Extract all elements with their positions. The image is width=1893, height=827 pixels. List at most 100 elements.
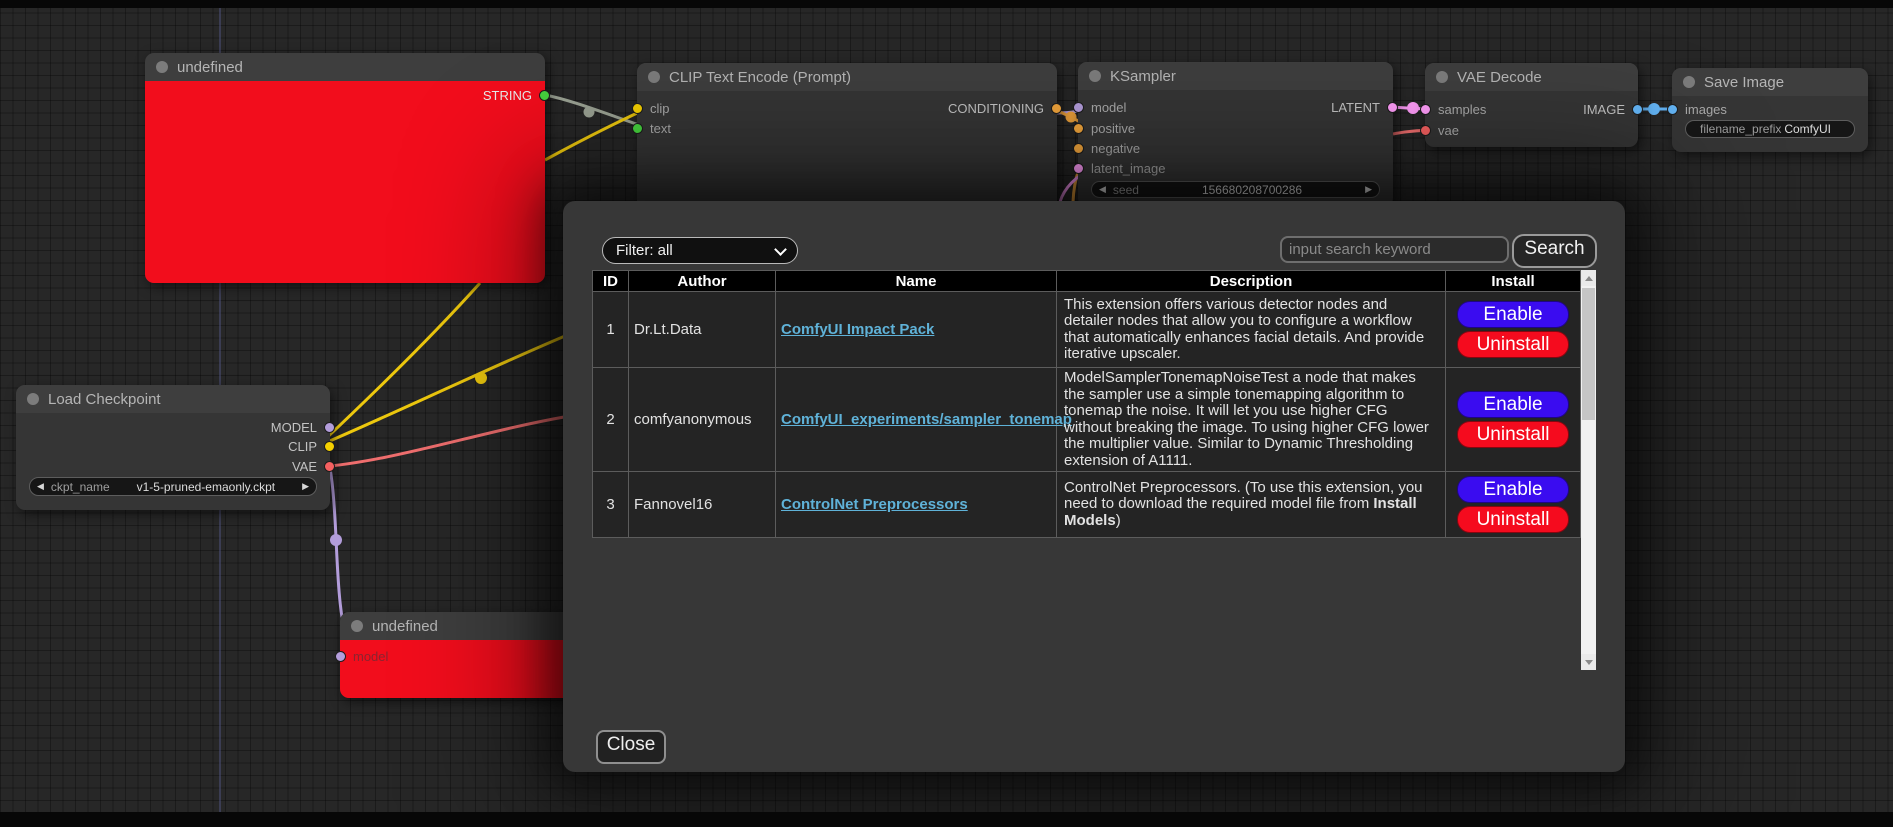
table-scrollbar[interactable] [1581,270,1596,670]
node-load-checkpoint[interactable]: Load Checkpoint MODEL CLIP VAE ◀ ckpt_na… [16,385,330,510]
filter-select[interactable]: Filter: all [602,237,798,264]
ext-actions: Enable Uninstall [1446,292,1581,368]
node-undefined-bottom[interactable]: undefined model [340,612,600,698]
node-title-bar[interactable]: CLIP Text Encode (Prompt) [637,63,1057,91]
node-title: Load Checkpoint [48,391,161,408]
model-output-dot[interactable] [324,422,335,433]
ext-id: 2 [593,368,629,472]
widget-left-arrow-icon[interactable]: ◀ [37,481,44,492]
input-label: clip [650,101,670,116]
col-author: Author [629,271,776,292]
collapse-dot-icon[interactable] [27,393,39,405]
input-slot-negative: negative [1073,141,1140,155]
scrollbar-thumb[interactable] [1582,288,1595,420]
scroll-down-arrow-icon[interactable] [1581,654,1596,670]
search-button[interactable]: Search [1512,234,1597,268]
widget-label: ckpt_name [51,480,110,494]
latent-output-dot[interactable] [1387,102,1398,113]
ext-name-link[interactable]: ControlNet Preprocessors [781,496,968,513]
node-title-bar[interactable]: VAE Decode [1425,63,1638,91]
node-title: undefined [177,59,243,76]
output-label: VAE [292,459,317,474]
clip-output-dot[interactable] [324,441,335,452]
conditioning-output-dot[interactable] [1051,103,1062,114]
input-slot-samples: samples [1420,102,1486,116]
missing-node-body [145,81,545,283]
node-clip-text-encode[interactable]: CLIP Text Encode (Prompt) clip text COND… [637,63,1057,213]
model-input-dot[interactable] [335,651,346,662]
wire-clip-b [318,336,565,446]
node-vae-decode[interactable]: VAE Decode samples vae IMAGE [1425,63,1638,147]
collapse-dot-icon[interactable] [156,61,168,73]
node-title-bar[interactable]: undefined [340,612,600,640]
window-bottom-strip [0,812,1893,827]
node-title-bar[interactable]: Save Image [1672,68,1868,96]
collapse-dot-icon[interactable] [1683,76,1695,88]
uninstall-button[interactable]: Uninstall [1457,421,1569,448]
input-label: text [650,121,671,136]
node-title-bar[interactable]: Load Checkpoint [16,385,330,413]
vae-output-dot[interactable] [324,461,335,472]
filename-prefix-widget[interactable]: filename_prefix ComfyUI [1685,120,1855,138]
output-label: CLIP [288,439,317,454]
model-input-dot[interactable] [1073,102,1084,113]
collapse-dot-icon[interactable] [648,71,660,83]
image-output-dot[interactable] [1632,104,1643,115]
col-install: Install [1446,271,1581,292]
widget-right-arrow-icon[interactable]: ▶ [302,481,309,492]
node-ksampler[interactable]: KSampler model positive negative latent_… [1078,62,1393,207]
table-header-row: ID Author Name Description Install [593,271,1581,292]
ckpt-name-widget[interactable]: ◀ ckpt_name v1-5-pruned-emaonly.ckpt ▶ [29,477,317,496]
uninstall-button[interactable]: Uninstall [1457,331,1569,358]
node-title: VAE Decode [1457,69,1542,86]
col-id: ID [593,271,629,292]
enable-button[interactable]: Enable [1457,476,1569,503]
text-input-dot[interactable] [632,123,643,134]
seed-widget[interactable]: ◀ seed 156680208700286 ▶ [1091,181,1380,198]
output-slot-latent: LATENT [1331,100,1398,114]
input-slot-vae: vae [1420,123,1459,137]
wire-latent-dot [1407,102,1419,114]
close-button[interactable]: Close [596,730,666,764]
input-slot-model: model [335,649,388,663]
table-row: 2 comfyanonymous ComfyUI_experiments/sam… [593,368,1581,472]
ext-name-link[interactable]: ComfyUI_experiments/sampler_tonemap [781,411,1072,428]
clip-input-dot[interactable] [632,103,643,114]
widget-value: 156680208700286 [1139,183,1365,197]
node-title: CLIP Text Encode (Prompt) [669,69,851,86]
desc-text: ) [1116,512,1121,529]
collapse-dot-icon[interactable] [351,620,363,632]
ext-id: 3 [593,472,629,538]
enable-button[interactable]: Enable [1457,301,1569,328]
search-input[interactable] [1280,236,1509,263]
ext-name-link[interactable]: ComfyUI Impact Pack [781,321,934,338]
ext-description: This extension offers various detector n… [1057,292,1446,368]
node-save-image[interactable]: Save Image images filename_prefix ComfyU… [1672,68,1868,152]
widget-value: ComfyUI [1781,122,1847,136]
input-label: positive [1091,121,1135,136]
vae-input-dot[interactable] [1420,125,1431,136]
widget-left-arrow-icon[interactable]: ◀ [1099,184,1106,195]
string-output-dot[interactable] [539,90,550,101]
collapse-dot-icon[interactable] [1089,70,1101,82]
samples-input-dot[interactable] [1420,104,1431,115]
enable-button[interactable]: Enable [1457,391,1569,418]
input-slot-clip: clip [632,101,670,115]
images-input-dot[interactable] [1667,104,1678,115]
node-title-bar[interactable]: undefined [145,53,545,81]
widget-label: seed [1113,183,1139,197]
output-slot-clip: CLIP [288,439,335,453]
negative-input-dot[interactable] [1073,143,1084,154]
scroll-up-arrow-icon[interactable] [1581,270,1596,286]
ext-author: Dr.Lt.Data [629,292,776,368]
node-undefined-top[interactable]: undefined STRING [145,53,545,283]
uninstall-button[interactable]: Uninstall [1457,506,1569,533]
widget-right-arrow-icon[interactable]: ▶ [1365,184,1372,195]
input-label: negative [1091,141,1140,156]
collapse-dot-icon[interactable] [1436,71,1448,83]
ext-description: ControlNet Preprocessors. (To use this e… [1057,472,1446,538]
node-title-bar[interactable]: KSampler [1078,62,1393,90]
positive-input-dot[interactable] [1073,123,1084,134]
latent-image-input-dot[interactable] [1073,163,1084,174]
widget-label: filename_prefix [1700,122,1781,136]
